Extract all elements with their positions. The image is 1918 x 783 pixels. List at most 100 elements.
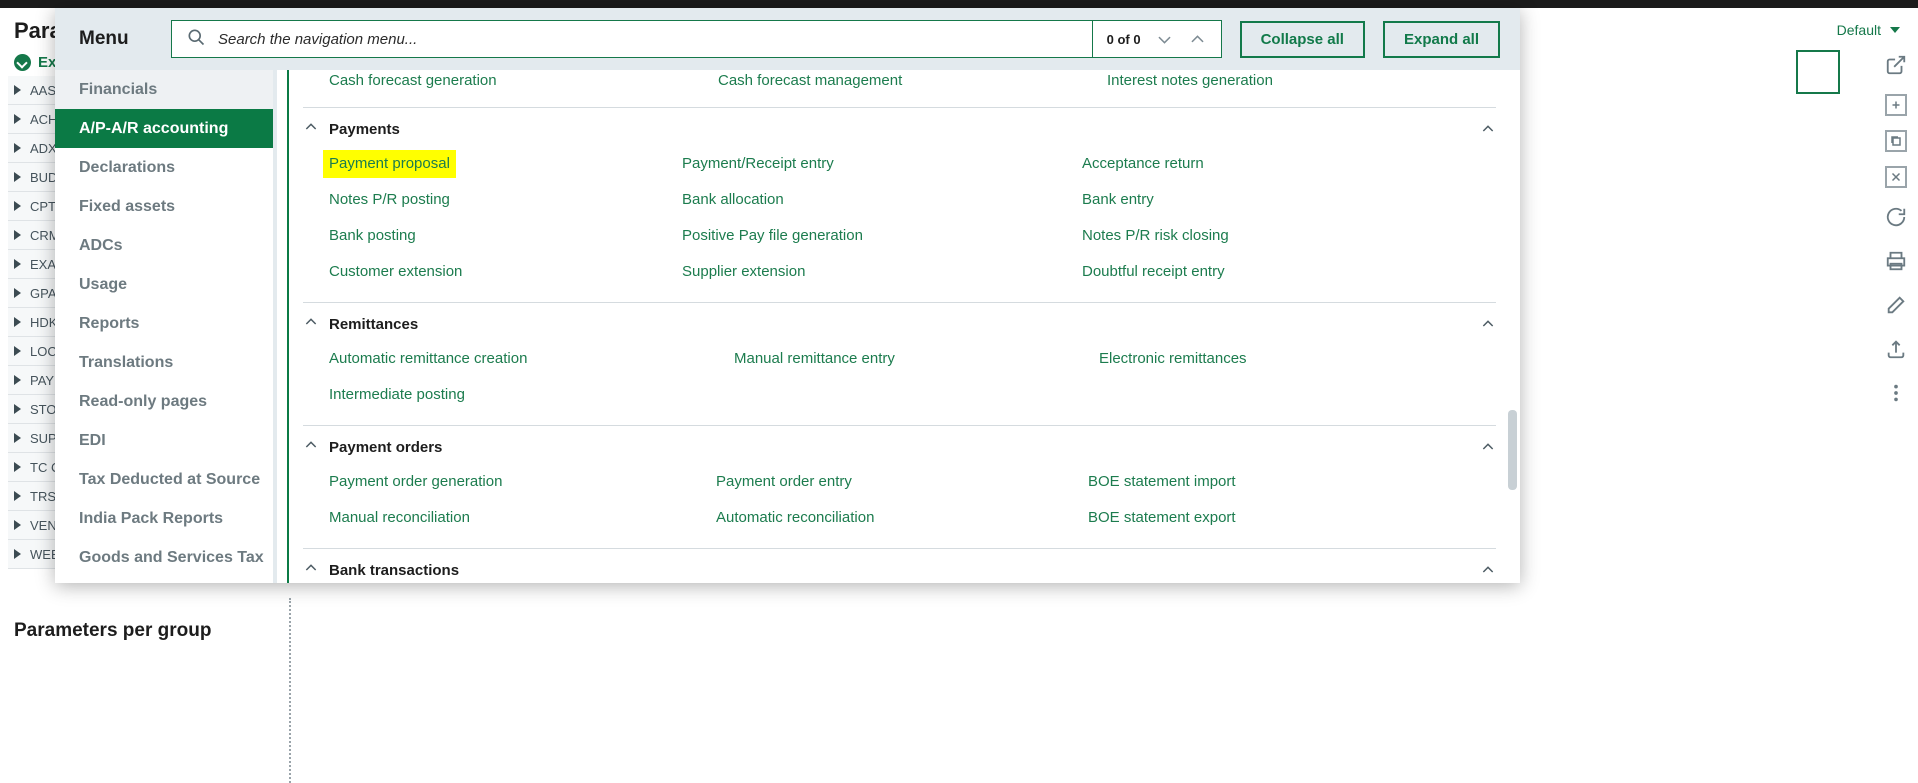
navigation-menu-body: Financials A/P-A/R accounting Declaratio… xyxy=(55,70,1520,583)
export-icon[interactable] xyxy=(1881,334,1911,364)
expand-triangle-icon[interactable] xyxy=(14,172,21,182)
nav-link-cash-forecast-management[interactable]: Cash forecast management xyxy=(718,70,902,95)
nav-link-boe-statement-import[interactable]: BOE statement import xyxy=(1088,468,1236,496)
row-label: ADX xyxy=(30,141,57,156)
nav-link-manual-remittance-entry[interactable]: Manual remittance entry xyxy=(734,345,895,373)
sidebar-item-india-pack-reports[interactable]: India Pack Reports xyxy=(55,499,273,538)
section-header-bank-transactions[interactable]: Bank transactions xyxy=(303,549,1496,583)
nav-link-bank-entry[interactable]: Bank entry xyxy=(1082,186,1154,214)
navigation-sidebar: Financials A/P-A/R accounting Declaratio… xyxy=(55,70,277,583)
nav-link-payment-proposal[interactable]: Payment proposal xyxy=(323,150,456,178)
expand-triangle-icon[interactable] xyxy=(14,114,21,124)
nav-link-bank-allocation[interactable]: Bank allocation xyxy=(682,186,784,214)
row-label: LOC xyxy=(30,344,57,359)
nav-link-acceptance-return[interactable]: Acceptance return xyxy=(1082,150,1204,178)
sidebar-item-ap-ar-accounting[interactable]: A/P-A/R accounting xyxy=(55,109,273,148)
copy-icon[interactable] xyxy=(1885,130,1907,152)
chevron-up-icon-right[interactable] xyxy=(1480,316,1496,332)
section-header-remittances[interactable]: Remittances xyxy=(303,303,1496,345)
nav-link-positive-pay-file-generation[interactable]: Positive Pay file generation xyxy=(682,222,863,250)
nav-link-notes-pr-posting[interactable]: Notes P/R posting xyxy=(329,186,450,214)
expand-triangle-icon[interactable] xyxy=(14,375,21,385)
expand-triangle-icon[interactable] xyxy=(14,288,21,298)
sidebar-item-tax-deducted-at-source[interactable]: Tax Deducted at Source xyxy=(55,460,273,499)
sidebar-item-translations[interactable]: Translations xyxy=(55,343,273,382)
nav-link-doubtful-receipt-entry[interactable]: Doubtful receipt entry xyxy=(1082,258,1225,286)
search-next-icon[interactable] xyxy=(1155,30,1174,49)
search-previous-icon[interactable] xyxy=(1188,30,1207,49)
sidebar-item-edi[interactable]: EDI xyxy=(55,421,273,460)
expand-triangle-icon[interactable] xyxy=(14,201,21,211)
close-icon[interactable] xyxy=(1885,166,1907,188)
navigation-search-box[interactable]: 0 of 0 xyxy=(171,20,1222,58)
expand-triangle-icon[interactable] xyxy=(14,317,21,327)
sidebar-item-goods-and-services-tax[interactable]: Goods and Services Tax xyxy=(55,538,273,577)
section-title: Remittances xyxy=(329,316,418,333)
nav-link-automatic-reconciliation[interactable]: Automatic reconciliation xyxy=(716,504,874,532)
expand-triangle-icon[interactable] xyxy=(14,259,21,269)
nav-link-supplier-extension[interactable]: Supplier extension xyxy=(682,258,805,286)
row-label: BUD xyxy=(30,170,57,185)
expand-triangle-icon[interactable] xyxy=(14,491,21,501)
refresh-icon[interactable] xyxy=(1881,202,1911,232)
section-header-payment-orders[interactable]: Payment orders xyxy=(303,426,1496,468)
nav-link-intermediate-posting[interactable]: Intermediate posting xyxy=(329,381,465,409)
nav-link-customer-extension[interactable]: Customer extension xyxy=(329,258,462,286)
search-field[interactable] xyxy=(172,21,1092,57)
nav-link-payment-receipt-entry[interactable]: Payment/Receipt entry xyxy=(682,150,834,178)
expand-triangle-icon[interactable] xyxy=(14,549,21,559)
nav-section-remittances: Remittances Automatic remittance creatio… xyxy=(303,302,1496,425)
row-label: HDK xyxy=(30,315,57,330)
row-label: VEN xyxy=(30,518,57,533)
nav-section-payment-orders: Payment orders Payment order generation … xyxy=(303,425,1496,548)
expand-triangle-icon[interactable] xyxy=(14,433,21,443)
nav-link-boe-statement-export[interactable]: BOE statement export xyxy=(1088,504,1236,532)
chevron-up-icon-right[interactable] xyxy=(1480,121,1496,137)
section-links-remittances: Automatic remittance creation Manual rem… xyxy=(303,345,1496,425)
sidebar-item-adcs[interactable]: ADCs xyxy=(55,226,273,265)
column-resize-guide xyxy=(289,598,291,783)
expand-triangle-icon[interactable] xyxy=(14,230,21,240)
print-icon[interactable] xyxy=(1881,246,1911,276)
expand-triangle-icon[interactable] xyxy=(14,143,21,153)
collapse-all-button[interactable]: Collapse all xyxy=(1240,21,1365,58)
expand-triangle-icon[interactable] xyxy=(14,346,21,356)
navigation-main-panel: Cash forecast generation Cash forecast m… xyxy=(277,70,1520,583)
default-selector[interactable]: Default xyxy=(1837,22,1900,38)
vertical-scrollbar-thumb[interactable] xyxy=(1508,410,1517,490)
sidebar-item-read-only-pages[interactable]: Read-only pages xyxy=(55,382,273,421)
chevron-up-icon-right[interactable] xyxy=(1480,439,1496,455)
expand-triangle-icon[interactable] xyxy=(14,520,21,530)
nav-link-automatic-remittance-creation[interactable]: Automatic remittance creation xyxy=(329,345,527,373)
sidebar-item-label: Translations xyxy=(79,354,173,372)
nav-link-notes-pr-risk-closing[interactable]: Notes P/R risk closing xyxy=(1082,222,1229,250)
sidebar-item-declarations[interactable]: Declarations xyxy=(55,148,273,187)
nav-link-bank-posting[interactable]: Bank posting xyxy=(329,222,416,250)
chevron-circle-icon xyxy=(14,54,31,71)
add-icon[interactable] xyxy=(1885,94,1907,116)
chevron-up-icon-right[interactable] xyxy=(1480,562,1496,578)
nav-link-payment-order-entry[interactable]: Payment order entry xyxy=(716,468,852,496)
section-title: Bank transactions xyxy=(329,562,459,579)
open-external-icon[interactable] xyxy=(1881,50,1911,80)
nav-link-interest-notes-generation[interactable]: Interest notes generation xyxy=(1107,70,1273,95)
nav-link-electronic-remittances[interactable]: Electronic remittances xyxy=(1099,345,1247,373)
nav-link-cash-forecast-generation[interactable]: Cash forecast generation xyxy=(329,70,497,95)
row-label: CPT xyxy=(30,199,56,214)
more-options-icon[interactable] xyxy=(1881,378,1911,408)
sidebar-item-reports[interactable]: Reports xyxy=(55,304,273,343)
sidebar-item-financials[interactable]: Financials xyxy=(55,70,273,109)
nav-link-manual-reconciliation[interactable]: Manual reconciliation xyxy=(329,504,470,532)
navigation-scroll-area[interactable]: Cash forecast generation Cash forecast m… xyxy=(277,70,1520,583)
expand-triangle-icon[interactable] xyxy=(14,404,21,414)
search-input[interactable] xyxy=(218,31,1092,48)
expand-all-button[interactable]: Expand all xyxy=(1383,21,1500,58)
section-header-payments[interactable]: Payments xyxy=(303,108,1496,150)
sidebar-item-usage[interactable]: Usage xyxy=(55,265,273,304)
edit-pencil-icon[interactable] xyxy=(1881,290,1911,320)
nav-section-bank-transactions: Bank transactions Reconciliation Bank re… xyxy=(303,548,1496,583)
expand-triangle-icon[interactable] xyxy=(14,462,21,472)
nav-link-payment-order-generation[interactable]: Payment order generation xyxy=(329,468,502,496)
expand-triangle-icon[interactable] xyxy=(14,85,21,95)
sidebar-item-fixed-assets[interactable]: Fixed assets xyxy=(55,187,273,226)
